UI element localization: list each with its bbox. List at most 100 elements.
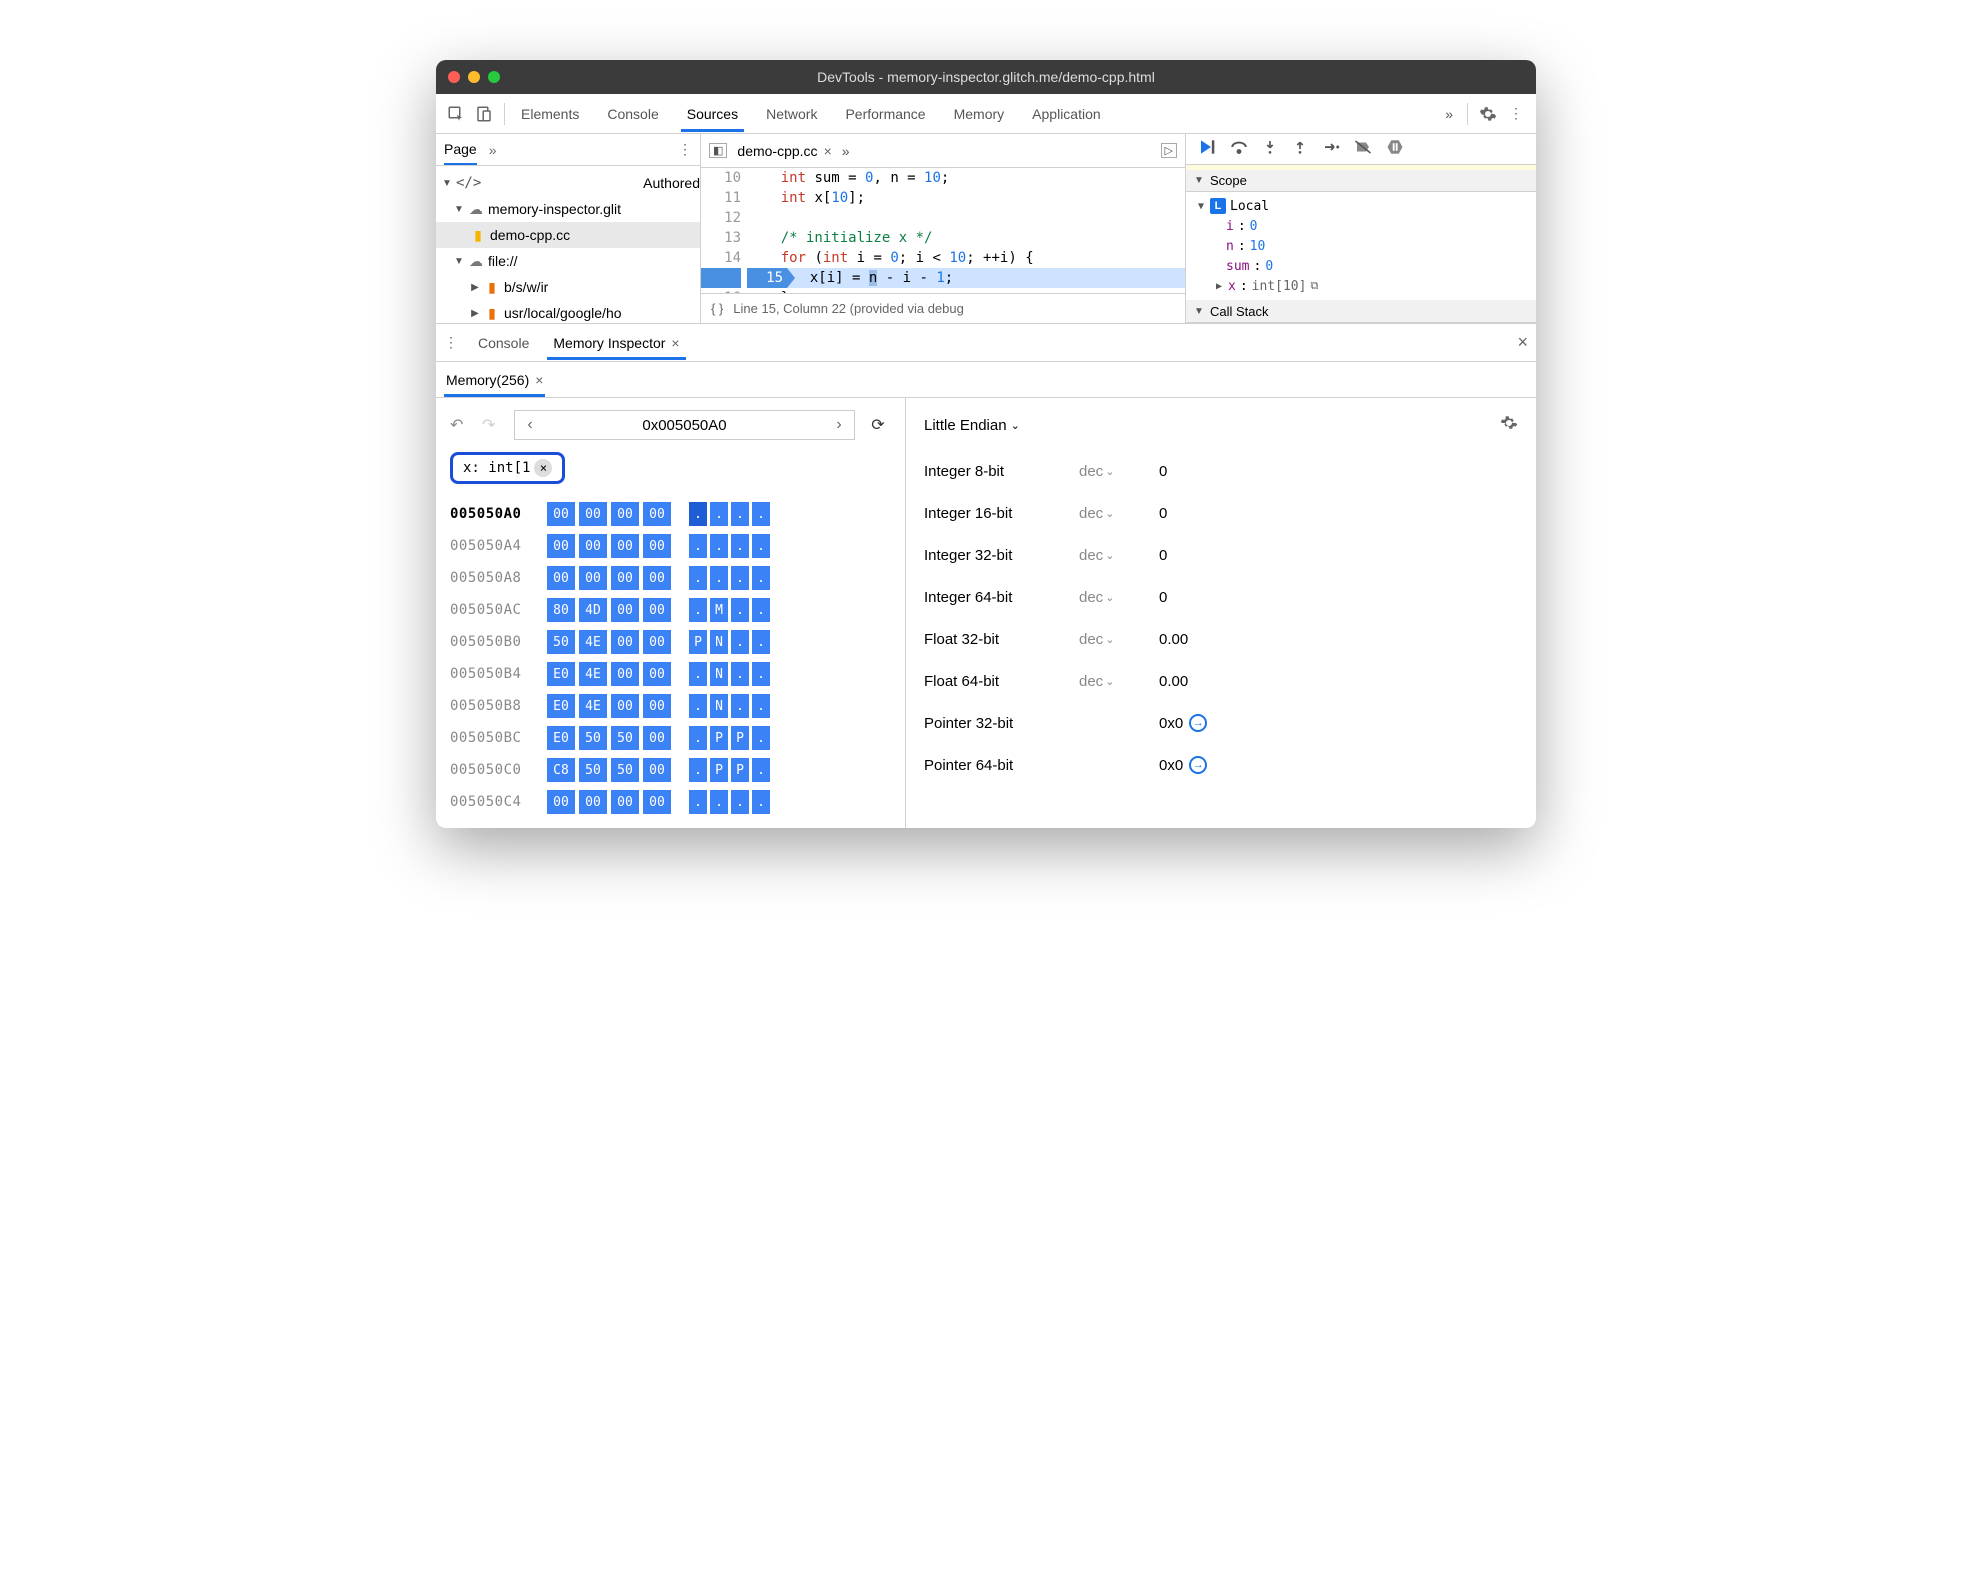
- ascii-byte[interactable]: .: [689, 758, 707, 782]
- pause-on-exceptions-icon[interactable]: [1386, 138, 1404, 159]
- ascii-byte[interactable]: .: [689, 694, 707, 718]
- ascii-byte[interactable]: P: [689, 630, 707, 654]
- scope-header[interactable]: Scope: [1186, 170, 1536, 193]
- remove-chip-icon[interactable]: ×: [534, 459, 552, 477]
- format-select[interactable]: dec ⌄: [1079, 673, 1159, 690]
- tab-network[interactable]: Network: [764, 106, 819, 122]
- ascii-byte[interactable]: .: [710, 790, 728, 814]
- ascii-byte[interactable]: .: [689, 790, 707, 814]
- value-settings-gear-icon[interactable]: [1500, 414, 1518, 436]
- ascii-byte[interactable]: .: [731, 534, 749, 558]
- hex-byte[interactable]: 00: [643, 630, 671, 654]
- ascii-byte[interactable]: .: [731, 662, 749, 686]
- ascii-byte[interactable]: .: [710, 502, 728, 526]
- hex-row[interactable]: 005050B4E04E0000.N..: [450, 658, 891, 690]
- hex-byte[interactable]: 4E: [579, 630, 607, 654]
- hex-row[interactable]: 005050A400000000....: [450, 530, 891, 562]
- tree-authored[interactable]: </> Authored: [436, 170, 700, 196]
- address-input[interactable]: [545, 417, 824, 434]
- ascii-byte[interactable]: .: [689, 726, 707, 750]
- jump-to-pointer-icon[interactable]: →: [1189, 756, 1207, 774]
- hex-byte[interactable]: 00: [643, 566, 671, 590]
- hex-byte[interactable]: 50: [611, 726, 639, 750]
- hex-row[interactable]: 005050A000000000....: [450, 498, 891, 530]
- tree-file-demo-cpp[interactable]: ▮ demo-cpp.cc: [436, 222, 700, 248]
- hex-byte[interactable]: 00: [611, 534, 639, 558]
- hex-byte[interactable]: 80: [547, 598, 575, 622]
- refresh-icon[interactable]: ⟳: [865, 415, 891, 435]
- hex-byte[interactable]: 00: [643, 598, 671, 622]
- tab-performance[interactable]: Performance: [843, 106, 927, 122]
- hex-byte[interactable]: 00: [611, 566, 639, 590]
- hex-byte[interactable]: 4E: [579, 694, 607, 718]
- ascii-byte[interactable]: .: [752, 534, 770, 558]
- ascii-byte[interactable]: .: [731, 502, 749, 526]
- ascii-byte[interactable]: .: [752, 790, 770, 814]
- object-highlight-chip[interactable]: x: int[1 ×: [450, 452, 565, 484]
- ascii-byte[interactable]: P: [731, 758, 749, 782]
- navigator-more-icon[interactable]: »: [489, 142, 497, 158]
- callstack-header[interactable]: Call Stack: [1186, 300, 1536, 323]
- hex-byte[interactable]: 4E: [579, 662, 607, 686]
- history-fwd-icon[interactable]: ↷: [482, 415, 504, 435]
- ascii-byte[interactable]: .: [689, 534, 707, 558]
- hex-byte[interactable]: 4D: [579, 598, 607, 622]
- ascii-byte[interactable]: .: [752, 566, 770, 590]
- hex-byte[interactable]: E0: [547, 694, 575, 718]
- navigator-tab-page[interactable]: Page: [444, 141, 477, 165]
- close-tab-icon[interactable]: ×: [535, 372, 543, 388]
- ascii-byte[interactable]: .: [689, 502, 707, 526]
- tree-domain[interactable]: ☁ memory-inspector.glit: [436, 196, 700, 222]
- more-tabs-icon[interactable]: »: [842, 143, 850, 159]
- ascii-byte[interactable]: M: [710, 598, 728, 622]
- ascii-byte[interactable]: .: [710, 566, 728, 590]
- format-select[interactable]: dec ⌄: [1079, 505, 1159, 522]
- resume-icon[interactable]: [1196, 137, 1216, 160]
- hex-byte[interactable]: 00: [611, 694, 639, 718]
- hex-byte[interactable]: 00: [579, 566, 607, 590]
- scope-local[interactable]: L Local: [1196, 196, 1526, 216]
- ascii-byte[interactable]: .: [752, 598, 770, 622]
- step-out-icon[interactable]: [1292, 138, 1308, 159]
- hex-row[interactable]: 005050AC804D0000.M..: [450, 594, 891, 626]
- memory-tab-256[interactable]: Memory(256) ×: [446, 372, 543, 396]
- hex-byte[interactable]: 50: [579, 726, 607, 750]
- prev-page-icon[interactable]: ‹: [515, 416, 545, 434]
- ascii-byte[interactable]: P: [710, 726, 728, 750]
- tab-application[interactable]: Application: [1030, 106, 1103, 122]
- ascii-byte[interactable]: N: [710, 630, 728, 654]
- hex-byte[interactable]: 00: [547, 502, 575, 526]
- hex-row[interactable]: 005050C0C8505000.PP.: [450, 754, 891, 786]
- hex-byte[interactable]: 00: [643, 694, 671, 718]
- hex-byte[interactable]: E0: [547, 662, 575, 686]
- hex-row[interactable]: 005050A800000000....: [450, 562, 891, 594]
- history-back-icon[interactable]: ↶: [450, 415, 472, 435]
- hex-byte[interactable]: 00: [579, 534, 607, 558]
- hex-byte[interactable]: 00: [643, 534, 671, 558]
- hex-byte[interactable]: 00: [579, 790, 607, 814]
- deactivate-breakpoints-icon[interactable]: [1354, 138, 1372, 159]
- hex-byte[interactable]: 00: [611, 630, 639, 654]
- inspect-element-icon[interactable]: [442, 100, 470, 128]
- hex-byte[interactable]: 50: [579, 758, 607, 782]
- drawer-tab-console[interactable]: Console: [474, 335, 533, 351]
- hex-byte[interactable]: 00: [643, 662, 671, 686]
- ascii-byte[interactable]: N: [710, 694, 728, 718]
- close-tab-icon[interactable]: ×: [824, 143, 832, 159]
- ascii-byte[interactable]: .: [731, 598, 749, 622]
- drawer-tab-memory-inspector[interactable]: Memory Inspector ×: [549, 335, 683, 351]
- tab-memory[interactable]: Memory: [952, 106, 1007, 122]
- hex-byte[interactable]: 00: [643, 726, 671, 750]
- more-tabs-icon[interactable]: »: [1445, 106, 1453, 122]
- ascii-byte[interactable]: .: [752, 694, 770, 718]
- hex-byte[interactable]: 50: [547, 630, 575, 654]
- ascii-byte[interactable]: .: [731, 630, 749, 654]
- pretty-print-icon[interactable]: { }: [711, 301, 723, 316]
- hex-byte[interactable]: 00: [643, 758, 671, 782]
- var-n[interactable]: n: 10: [1196, 236, 1526, 256]
- settings-gear-icon[interactable]: [1474, 100, 1502, 128]
- ascii-byte[interactable]: .: [731, 566, 749, 590]
- hex-byte[interactable]: 00: [611, 502, 639, 526]
- ascii-byte[interactable]: .: [731, 790, 749, 814]
- format-select[interactable]: dec ⌄: [1079, 631, 1159, 648]
